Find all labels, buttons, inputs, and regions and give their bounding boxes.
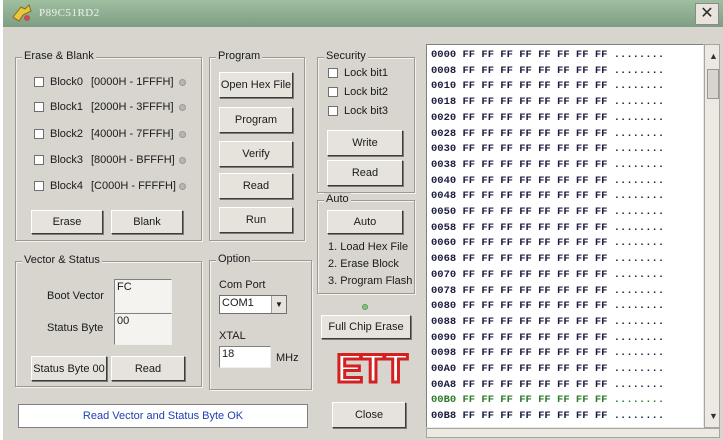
status-byte-00-button[interactable]: Status Byte 00	[31, 356, 107, 381]
block0-status-led	[179, 79, 186, 86]
chip-programmer-icon	[12, 4, 32, 22]
hex-dump-row: 0040 FF FF FF FF FF FF FF FF ........	[431, 174, 665, 187]
lock-bit2-label: Lock bit2	[344, 86, 389, 98]
hex-dump-scrollbar[interactable]: ▲ ▼	[704, 44, 720, 428]
vector-read-button[interactable]: Read	[111, 356, 185, 381]
hex-dump-row: 00A8 FF FF FF FF FF FF FF FF ........	[431, 378, 665, 391]
lock-bit1-checkbox[interactable]	[328, 68, 338, 78]
full-chip-erase-led	[362, 304, 368, 310]
erase-button[interactable]: Erase	[31, 210, 103, 234]
hex-dump-row: 0088 FF FF FF FF FF FF FF FF ........	[431, 315, 665, 328]
main-window: P89C51RD2 ✕ Erase & Blank Block0 [0000H …	[3, 0, 723, 440]
block0-label: Block0	[50, 76, 84, 88]
hex-dump-row: 0070 FF FF FF FF FF FF FF FF ........	[431, 268, 665, 281]
block1-checkbox[interactable]	[34, 102, 44, 112]
block2-label: Block2	[50, 128, 84, 140]
auto-step-3: 3. Program Flash	[328, 275, 413, 287]
auto-group-label: Auto	[324, 193, 351, 205]
hex-dump-row: 0078 FF FF FF FF FF FF FF FF ........	[431, 284, 665, 297]
hex-dump-row: 0058 FF FF FF FF FF FF FF FF ........	[431, 221, 665, 234]
scroll-thumb[interactable]	[707, 69, 719, 99]
security-write-button[interactable]: Write	[327, 130, 403, 156]
status-byte-label: Status Byte	[47, 322, 104, 334]
blank-button[interactable]: Blank	[111, 210, 183, 234]
xtal-unit: MHz	[276, 352, 299, 364]
block2-status-led	[179, 131, 186, 138]
erase-blank-label: Erase & Blank	[22, 50, 96, 62]
full-chip-erase-button[interactable]: Full Chip Erase	[321, 315, 411, 339]
boot-vector-field[interactable]: FC	[114, 279, 172, 313]
security-group-label: Security	[324, 50, 368, 62]
hex-dump-row: 0048 FF FF FF FF FF FF FF FF ........	[431, 190, 665, 203]
block3-checkbox[interactable]	[34, 155, 44, 165]
hex-dump-row: 0018 FF FF FF FF FF FF FF FF ........	[431, 96, 665, 109]
com-port-value: COM1	[222, 297, 254, 309]
hex-dump-row: 0068 FF FF FF FF FF FF FF FF ........	[431, 253, 665, 266]
hex-dump-view[interactable]: 0000 FF FF FF FF FF FF FF FF ........ 000…	[426, 44, 704, 428]
verify-button[interactable]: Verify	[219, 141, 293, 167]
title-bar: P89C51RD2 ✕	[3, 0, 723, 27]
block3-status-led	[179, 157, 186, 164]
com-port-select[interactable]: COM1 ▼	[219, 295, 287, 314]
hex-dump-row: 0008 FF FF FF FF FF FF FF FF ........	[431, 64, 665, 77]
hex-dump-row: 0098 FF FF FF FF FF FF FF FF ........	[431, 347, 665, 360]
block1-label: Block1	[50, 101, 84, 113]
block4-checkbox[interactable]	[34, 181, 44, 191]
program-button[interactable]: Program	[219, 107, 293, 133]
block3-label: Block3	[50, 154, 84, 166]
block2-checkbox[interactable]	[34, 129, 44, 139]
status-byte-field[interactable]: 00	[114, 313, 172, 345]
read-flash-button[interactable]: Read	[219, 173, 293, 199]
hex-dump-row: 0038 FF FF FF FF FF FF FF FF ........	[431, 158, 665, 171]
ett-logo: ETT	[335, 346, 409, 386]
hex-dump-row: 00B8 FF FF FF FF FF FF FF FF ........	[431, 410, 665, 423]
com-port-label: Com Port	[219, 279, 266, 291]
block4-label: Block4	[50, 180, 84, 192]
close-button[interactable]: Close	[332, 402, 406, 428]
hex-dump-row: 0028 FF FF FF FF FF FF FF FF ........	[431, 127, 665, 140]
block2-range: [4000H - 7FFFH]	[91, 128, 174, 140]
auto-button[interactable]: Auto	[327, 210, 403, 234]
window-close-button[interactable]: ✕	[695, 3, 719, 25]
hex-dump-row: 00B0 FF FF FF FF FF FF FF FF ........	[431, 394, 665, 407]
block3-range: [8000H - BFFFH]	[91, 154, 175, 166]
block1-range: [2000H - 3FFFH]	[91, 101, 174, 113]
hex-dump-row: 0030 FF FF FF FF FF FF FF FF ........	[431, 143, 665, 156]
auto-step-1: 1. Load Hex File	[328, 241, 409, 253]
open-hex-file-button[interactable]: Open Hex File	[219, 72, 293, 98]
scroll-up-icon[interactable]: ▲	[709, 51, 718, 61]
hex-dump-row: 0060 FF FF FF FF FF FF FF FF ........	[431, 237, 665, 250]
hex-dump-row: 0010 FF FF FF FF FF FF FF FF ........	[431, 80, 665, 93]
lock-bit2-checkbox[interactable]	[328, 87, 338, 97]
hex-dump-row: 0090 FF FF FF FF FF FF FF FF ........	[431, 331, 665, 344]
option-group-label: Option	[216, 253, 253, 265]
hex-dump-row: 0080 FF FF FF FF FF FF FF FF ........	[431, 300, 665, 313]
hex-dump-row: 0050 FF FF FF FF FF FF FF FF ........	[431, 206, 665, 218]
lock-bit3-label: Lock bit3	[344, 105, 389, 117]
block4-range: [C000H - FFFFH]	[91, 180, 176, 192]
status-message: Read Vector and Status Byte OK	[18, 404, 308, 428]
hex-dump-hscrollbar[interactable]	[426, 428, 720, 438]
dropdown-arrow-icon[interactable]: ▼	[271, 296, 286, 313]
boot-vector-label: Boot Vector	[47, 290, 104, 302]
block0-range: [0000H - 1FFFH]	[91, 76, 174, 88]
block1-status-led	[179, 104, 186, 111]
xtal-input[interactable]: 18	[219, 346, 271, 368]
block4-status-led	[179, 183, 186, 190]
vector-status-label: Vector & Status	[22, 254, 102, 266]
block0-checkbox[interactable]	[34, 77, 44, 87]
lock-bit1-label: Lock bit1	[344, 67, 389, 79]
hex-dump-row: 00A0 FF FF FF FF FF FF FF FF ........	[431, 363, 665, 375]
lock-bit3-checkbox[interactable]	[328, 106, 338, 116]
hex-dump-row: 0000 FF FF FF FF FF FF FF FF ........	[431, 49, 665, 61]
hex-dump-row: 0020 FF FF FF FF FF FF FF FF ........	[431, 111, 665, 124]
run-button[interactable]: Run	[219, 207, 293, 233]
scroll-down-icon[interactable]: ▼	[709, 411, 718, 421]
security-read-button[interactable]: Read	[327, 160, 403, 186]
ett-logo-text: ETT	[336, 347, 407, 386]
auto-step-2: 2. Erase Block	[328, 258, 399, 270]
window-title: P89C51RD2	[39, 7, 100, 19]
program-group-label: Program	[216, 50, 263, 62]
xtal-label: XTAL	[219, 330, 246, 342]
